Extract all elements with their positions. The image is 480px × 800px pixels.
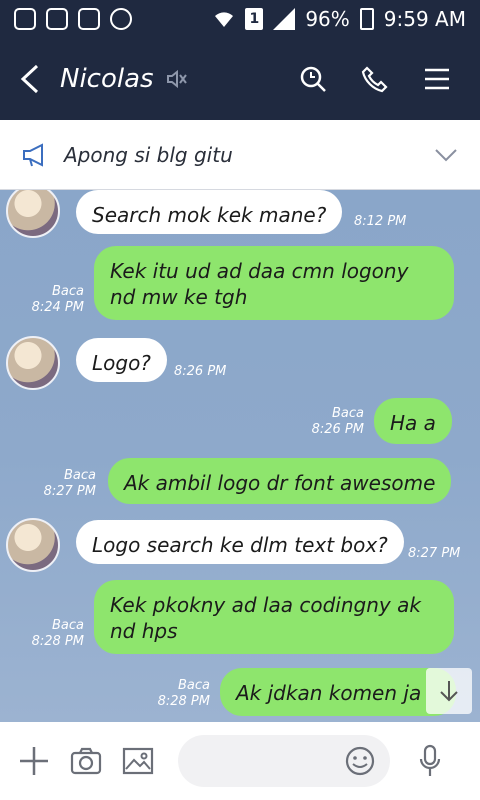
contact-name[interactable]: Nicolas xyxy=(60,64,154,94)
message-bubble-incoming[interactable]: Logo search ke dlm text box? xyxy=(76,520,404,564)
add-button[interactable] xyxy=(18,743,50,779)
message-input-bar xyxy=(0,722,480,800)
battery-percent: 96% xyxy=(305,7,350,31)
plus-icon xyxy=(20,747,48,775)
status-bar: 1 96% 9:59 AM xyxy=(0,0,480,38)
message-time: 8:26 PM xyxy=(311,422,364,437)
chevron-down-icon[interactable] xyxy=(434,147,458,163)
gallery-button[interactable] xyxy=(122,743,154,779)
message-time: 8:26 PM xyxy=(174,364,227,379)
clock: 9:59 AM xyxy=(383,7,466,31)
message-bubble-outgoing[interactable]: Ak ambil logo dr font awesome xyxy=(108,458,452,504)
read-status: Baca xyxy=(64,468,96,483)
battery-icon xyxy=(359,8,374,30)
phone-icon xyxy=(361,66,388,93)
back-button[interactable] xyxy=(0,38,60,120)
muted-icon xyxy=(166,69,187,89)
message-bubble-outgoing[interactable]: Ha a xyxy=(374,398,452,444)
back-arrow-icon xyxy=(20,64,39,94)
menu-button[interactable] xyxy=(422,64,452,94)
message-bubble-incoming[interactable]: Logo? xyxy=(76,338,167,382)
gallery-icon xyxy=(78,8,100,30)
location-icon xyxy=(110,8,132,30)
read-status: Baca xyxy=(52,284,84,299)
message-time: 8:27 PM xyxy=(43,484,96,499)
instagram-icon xyxy=(46,8,68,30)
message-bubble-outgoing[interactable]: Kek itu ud ad daa cmn logony nd mw ke tg… xyxy=(94,246,454,320)
read-status: Baca xyxy=(52,618,84,633)
search-button[interactable] xyxy=(298,64,328,94)
read-status: Baca xyxy=(332,406,364,421)
message-time: 8:12 PM xyxy=(354,214,407,229)
message-meta: Baca 8:26 PM xyxy=(300,406,364,438)
emoji-button[interactable] xyxy=(344,743,376,779)
message-meta: Baca 8:27 PM xyxy=(32,468,96,500)
emoji-icon xyxy=(345,746,375,776)
message-time: 8:28 PM xyxy=(157,694,210,709)
message-time: 8:28 PM xyxy=(31,634,84,649)
avatar[interactable] xyxy=(6,336,60,390)
camera-icon xyxy=(70,747,102,775)
message-bubble-outgoing[interactable]: Ak jdkan komen ja xyxy=(220,668,456,716)
megaphone-icon xyxy=(23,142,43,167)
message-bubble-outgoing[interactable]: Kek pkokny ad laa codingny ak nd hps xyxy=(94,580,454,654)
voice-button[interactable] xyxy=(418,743,442,779)
chat-area[interactable]: Search mok kek mane? 8:12 PM Baca 8:24 P… xyxy=(0,190,480,722)
sim-indicator: 1 xyxy=(245,8,264,30)
signal-icon xyxy=(273,8,296,30)
avatar[interactable] xyxy=(6,190,60,238)
message-bubble-incoming[interactable]: Search mok kek mane? xyxy=(76,190,343,234)
wifi-icon xyxy=(215,12,234,27)
menu-icon xyxy=(425,68,449,90)
message-time: 8:24 PM xyxy=(31,300,84,315)
arrow-down-icon xyxy=(440,681,458,702)
search-icon xyxy=(300,66,326,92)
camera-button[interactable] xyxy=(70,743,102,779)
read-status: Baca xyxy=(178,678,210,693)
scroll-to-bottom-button[interactable] xyxy=(426,668,472,714)
microphone-icon xyxy=(419,744,441,776)
announcement-bar[interactable]: Apong si blg gitu xyxy=(0,120,480,190)
message-meta: Baca 8:28 PM xyxy=(146,678,210,710)
chat-header: Nicolas xyxy=(0,38,480,120)
call-button[interactable] xyxy=(360,64,390,94)
avatar[interactable] xyxy=(6,518,60,572)
message-meta: Baca 8:28 PM xyxy=(20,618,84,650)
message-time: 8:27 PM xyxy=(408,546,461,561)
chat-notification-icon xyxy=(14,8,36,30)
message-meta: Baca 8:24 PM xyxy=(20,284,84,316)
image-icon xyxy=(122,747,154,775)
announcement-text: Apong si blg gitu xyxy=(64,142,233,167)
